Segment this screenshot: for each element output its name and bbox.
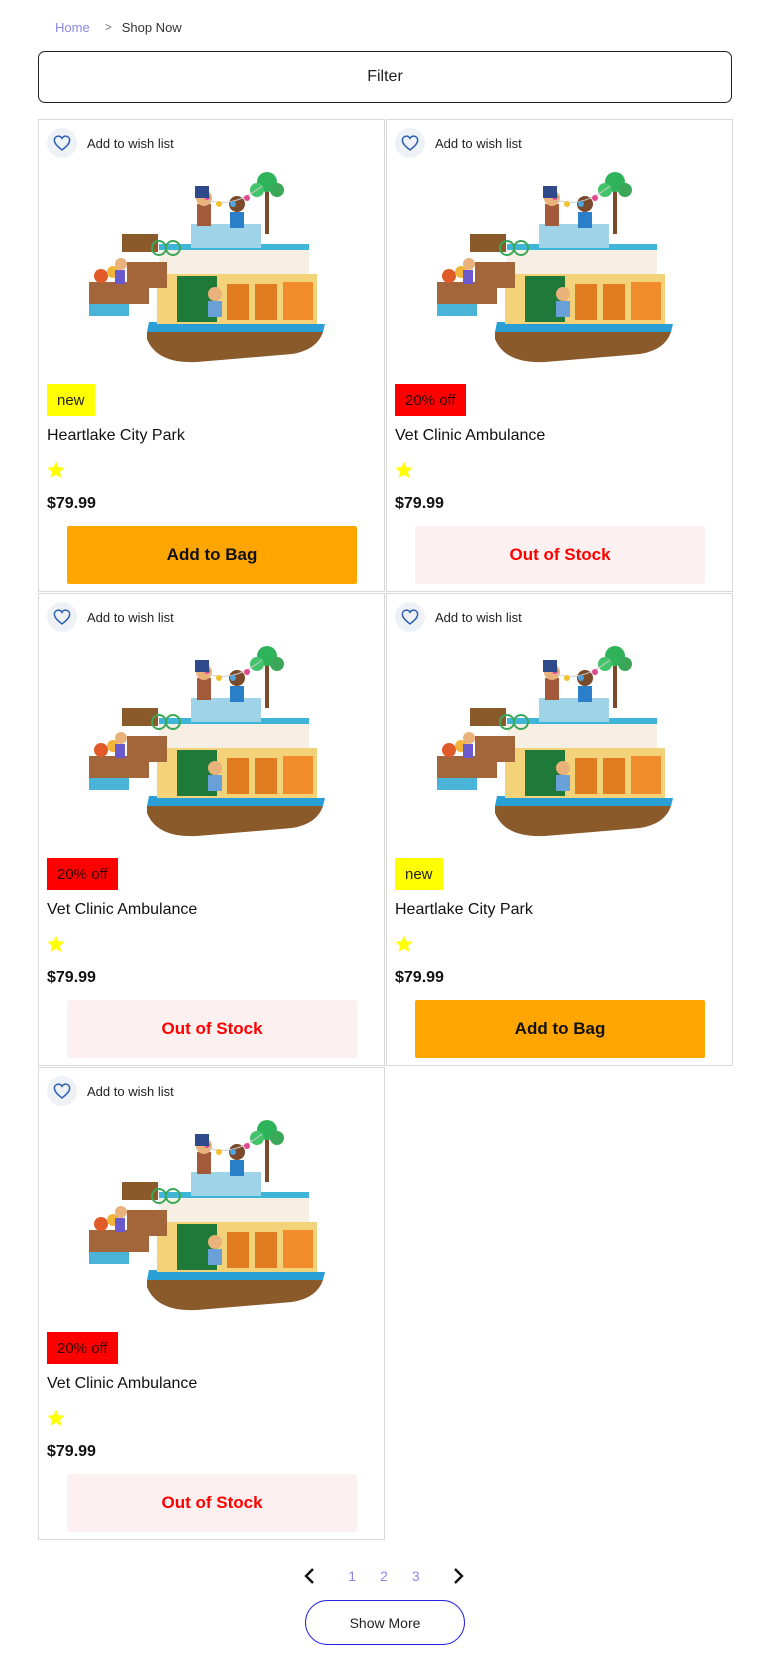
product-badge: new bbox=[395, 858, 443, 890]
product-card[interactable]: Add to wish list bbox=[386, 593, 733, 1066]
add-to-wish-list-button[interactable]: Add to wish list bbox=[47, 128, 174, 158]
add-to-bag-button[interactable]: Add to Bag bbox=[415, 1000, 705, 1058]
breadcrumb: Home > Shop Now bbox=[55, 17, 182, 37]
add-to-wish-list-button[interactable]: Add to wish list bbox=[395, 128, 522, 158]
product-image[interactable] bbox=[435, 164, 685, 374]
wish-list-label[interactable]: Add to wish list bbox=[87, 610, 174, 625]
product-price: $79.99 bbox=[47, 495, 96, 512]
page-link-1[interactable]: 1 bbox=[348, 1568, 356, 1584]
product-price: $79.99 bbox=[395, 495, 444, 512]
product-title[interactable]: Heartlake City Park bbox=[47, 427, 185, 445]
product-card[interactable]: Add to wish list bbox=[38, 1067, 385, 1540]
chevron-right-icon[interactable] bbox=[446, 1564, 470, 1588]
out-of-stock-button[interactable]: Out of Stock bbox=[67, 1474, 357, 1532]
page-link-3[interactable]: 3 bbox=[412, 1568, 420, 1584]
product-image[interactable] bbox=[87, 164, 337, 374]
add-to-wish-list-button[interactable]: Add to wish list bbox=[395, 602, 522, 632]
heart-icon[interactable] bbox=[47, 602, 77, 632]
heart-icon[interactable] bbox=[395, 602, 425, 632]
star-icon bbox=[395, 935, 413, 952]
star-icon bbox=[47, 935, 65, 952]
product-badge: 20% off bbox=[47, 1332, 118, 1364]
product-title[interactable]: Vet Clinic Ambulance bbox=[395, 427, 545, 445]
out-of-stock-button[interactable]: Out of Stock bbox=[415, 526, 705, 584]
add-to-bag-button[interactable]: Add to Bag bbox=[67, 526, 357, 584]
chevron-left-icon[interactable] bbox=[298, 1564, 322, 1588]
star-icon bbox=[395, 461, 413, 478]
heart-icon[interactable] bbox=[47, 1076, 77, 1106]
product-price: $79.99 bbox=[47, 1443, 96, 1460]
pagination: 1 2 3 bbox=[0, 1561, 768, 1591]
product-title[interactable]: Vet Clinic Ambulance bbox=[47, 1375, 197, 1393]
product-price: $79.99 bbox=[395, 969, 444, 986]
wish-list-label[interactable]: Add to wish list bbox=[87, 1084, 174, 1099]
product-image[interactable] bbox=[435, 638, 685, 848]
product-card[interactable]: Add to wish list bbox=[38, 593, 385, 1066]
product-price: $79.99 bbox=[47, 969, 96, 986]
product-title[interactable]: Vet Clinic Ambulance bbox=[47, 901, 197, 919]
add-to-wish-list-button[interactable]: Add to wish list bbox=[47, 602, 174, 632]
product-image[interactable] bbox=[87, 638, 337, 848]
add-to-wish-list-button[interactable]: Add to wish list bbox=[47, 1076, 174, 1106]
product-badge: new bbox=[47, 384, 95, 416]
product-badge: 20% off bbox=[47, 858, 118, 890]
filter-button[interactable]: Filter bbox=[38, 51, 732, 103]
page-link-2[interactable]: 2 bbox=[380, 1568, 388, 1584]
wish-list-label[interactable]: Add to wish list bbox=[87, 136, 174, 151]
heart-icon[interactable] bbox=[395, 128, 425, 158]
show-more-button[interactable]: Show More bbox=[305, 1600, 465, 1645]
star-icon bbox=[47, 1409, 65, 1426]
product-title[interactable]: Heartlake City Park bbox=[395, 901, 533, 919]
breadcrumb-separator: > bbox=[104, 20, 112, 34]
heart-icon[interactable] bbox=[47, 128, 77, 158]
wish-list-label[interactable]: Add to wish list bbox=[435, 610, 522, 625]
product-image[interactable] bbox=[87, 1112, 337, 1322]
breadcrumb-home-link[interactable]: Home bbox=[55, 20, 90, 35]
star-icon bbox=[47, 461, 65, 478]
product-badge: 20% off bbox=[395, 384, 466, 416]
out-of-stock-button[interactable]: Out of Stock bbox=[67, 1000, 357, 1058]
product-card[interactable]: Add to wish list bbox=[386, 119, 733, 592]
breadcrumb-current: Shop Now bbox=[121, 19, 182, 35]
product-grid: Add to wish list new Heartlake City Park… bbox=[38, 119, 733, 1540]
product-card[interactable]: Add to wish list bbox=[38, 119, 385, 592]
wish-list-label[interactable]: Add to wish list bbox=[435, 136, 522, 151]
